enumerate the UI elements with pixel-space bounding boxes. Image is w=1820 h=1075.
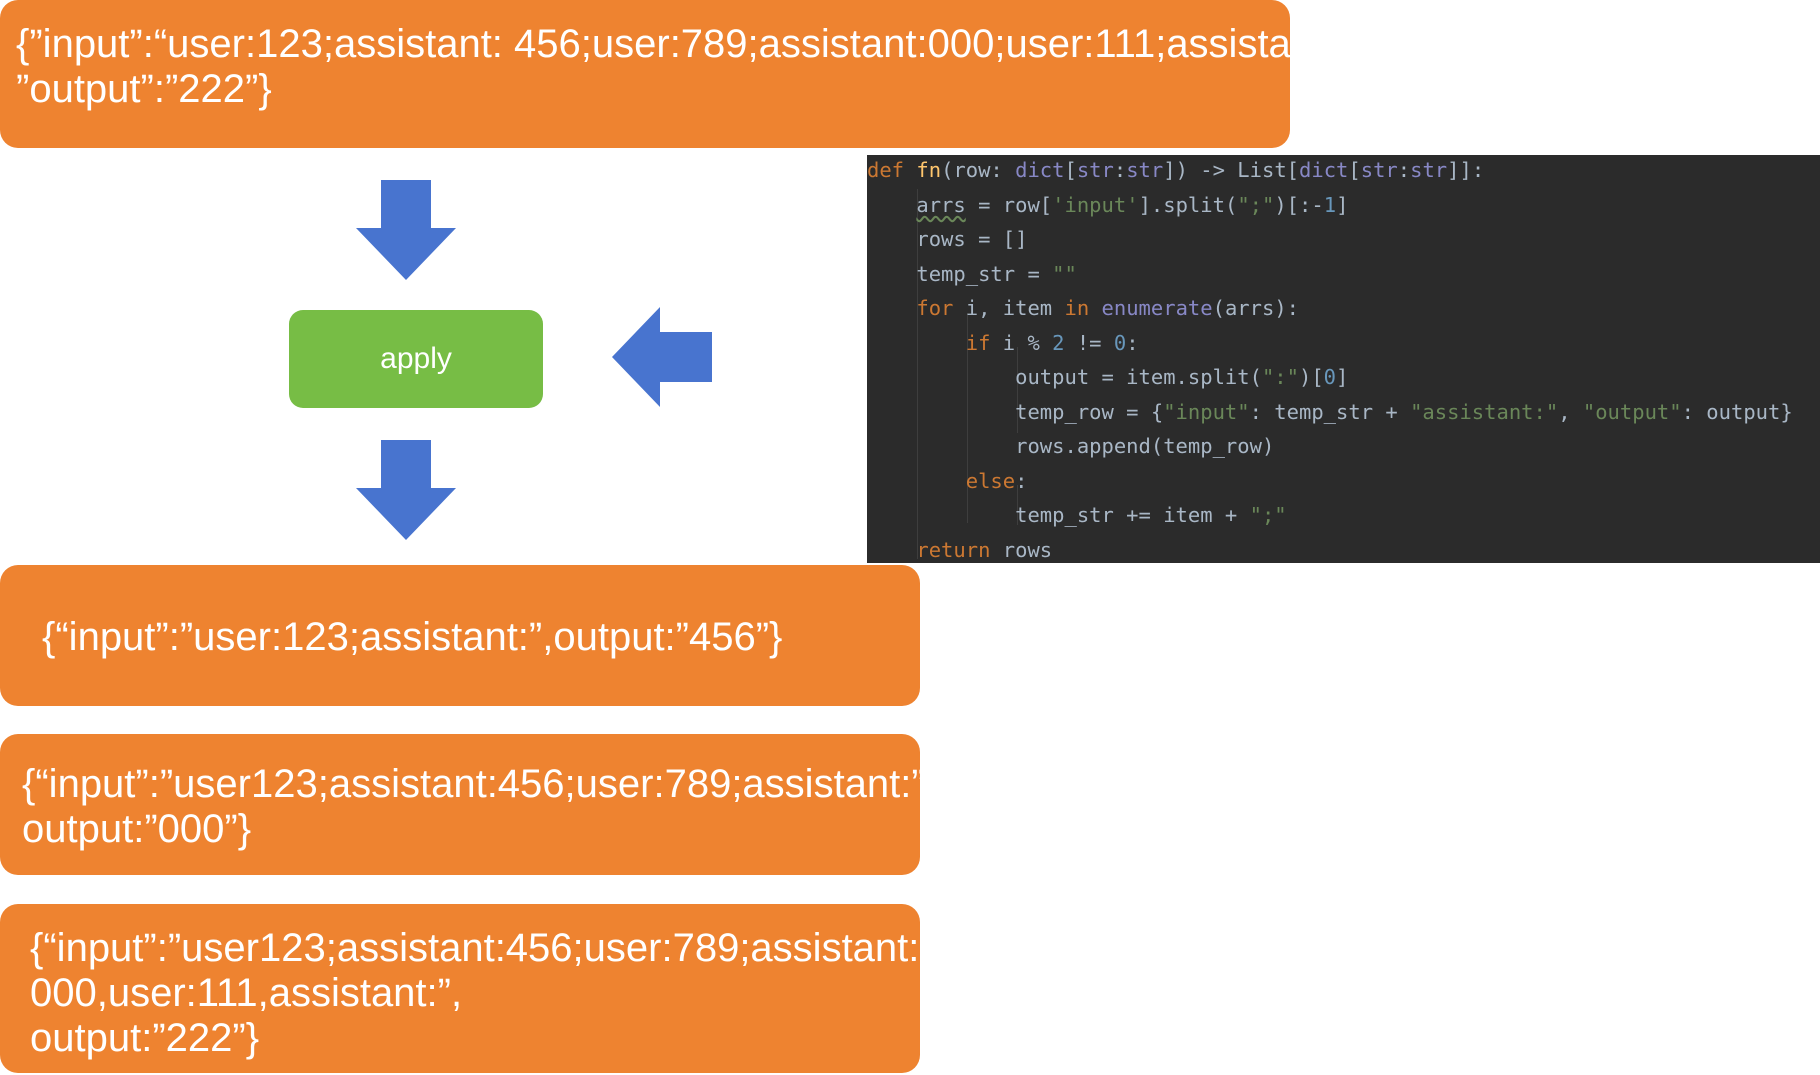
left-arrow-icon bbox=[612, 307, 712, 407]
code-line: return rows bbox=[916, 537, 1053, 562]
code-line: arrs = row['input'].split(";")[:-1] bbox=[916, 192, 1349, 217]
down-arrow-icon bbox=[356, 180, 456, 280]
result-3-line-1: {“input”:”user123;assistant:456;user:789… bbox=[30, 926, 920, 970]
result-2-line-2: output:”000”} bbox=[22, 807, 252, 851]
code-line: else: bbox=[965, 468, 1028, 493]
input-example-box: {”input”:“user:123;assistant: 456;user:7… bbox=[0, 0, 1349, 148]
down-arrow-icon bbox=[356, 440, 456, 540]
code-line: rows.append(temp_row) bbox=[867, 434, 1275, 458]
code-line: temp_str = "" bbox=[867, 261, 1077, 286]
result-3-line-3: output:”222”} bbox=[30, 1016, 260, 1060]
code-line: temp_str += item + ";" bbox=[867, 503, 1287, 527]
result-1-line-1: {“input”:”user:123;assistant:”,output:”4… bbox=[42, 615, 783, 659]
apply-node: apply bbox=[289, 310, 543, 408]
input-example-line-2: ”output”:”222”} bbox=[16, 67, 272, 111]
code-line: output = item.split(":")[0] bbox=[867, 365, 1349, 389]
result-box-1: {“input”:”user:123;assistant:”,output:”4… bbox=[0, 565, 920, 706]
code-line: temp_row = {"input": temp_str + "assista… bbox=[867, 399, 1793, 424]
input-example-line-1: {”input”:“user:123;assistant: 456;user:7… bbox=[16, 22, 1349, 66]
code-line: if i % 2 != 0: bbox=[965, 330, 1139, 355]
code-screenshot: def fn(row: dict[str:str]) -> List[dict[… bbox=[867, 155, 1820, 563]
code-line: rows = [] bbox=[867, 227, 1028, 251]
result-box-2: {“input”:”user123;assistant:456;user:789… bbox=[0, 734, 936, 875]
result-2-line-1: {“input”:”user123;assistant:456;user:789… bbox=[22, 762, 936, 806]
result-box-3: {“input”:”user123;assistant:456;user:789… bbox=[0, 904, 920, 1073]
result-3-line-2: 000,user:111,assistant:”, bbox=[30, 971, 463, 1015]
code-line: for i, item in enumerate(arrs): bbox=[916, 296, 1300, 320]
code-line: def fn(row: dict[str:str]) -> List[dict[… bbox=[867, 158, 1485, 182]
